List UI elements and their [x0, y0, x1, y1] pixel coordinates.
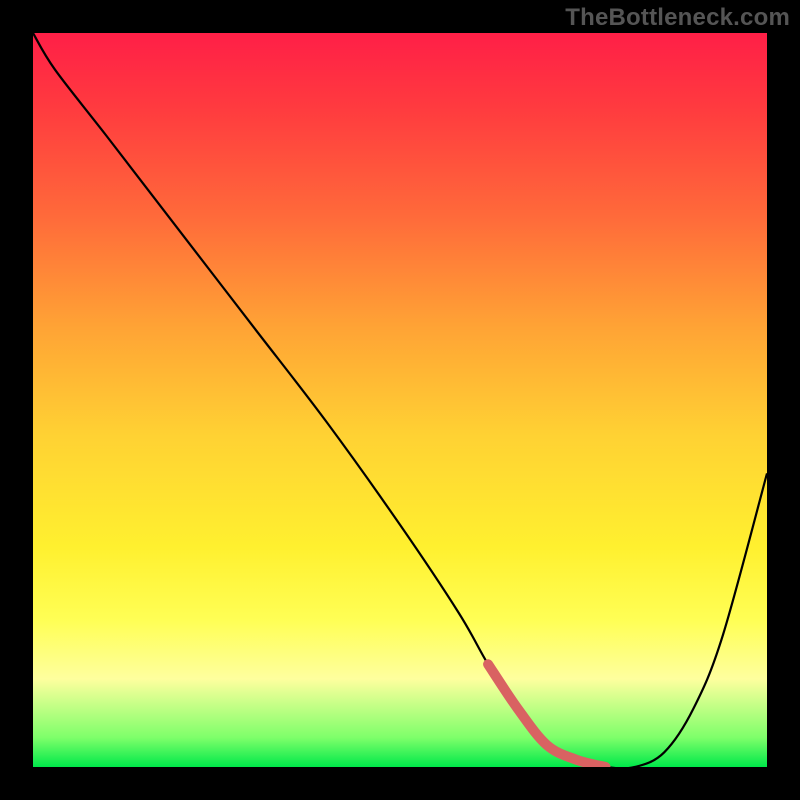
watermark-text: TheBottleneck.com [565, 4, 790, 32]
bottleneck-curve [33, 33, 767, 767]
